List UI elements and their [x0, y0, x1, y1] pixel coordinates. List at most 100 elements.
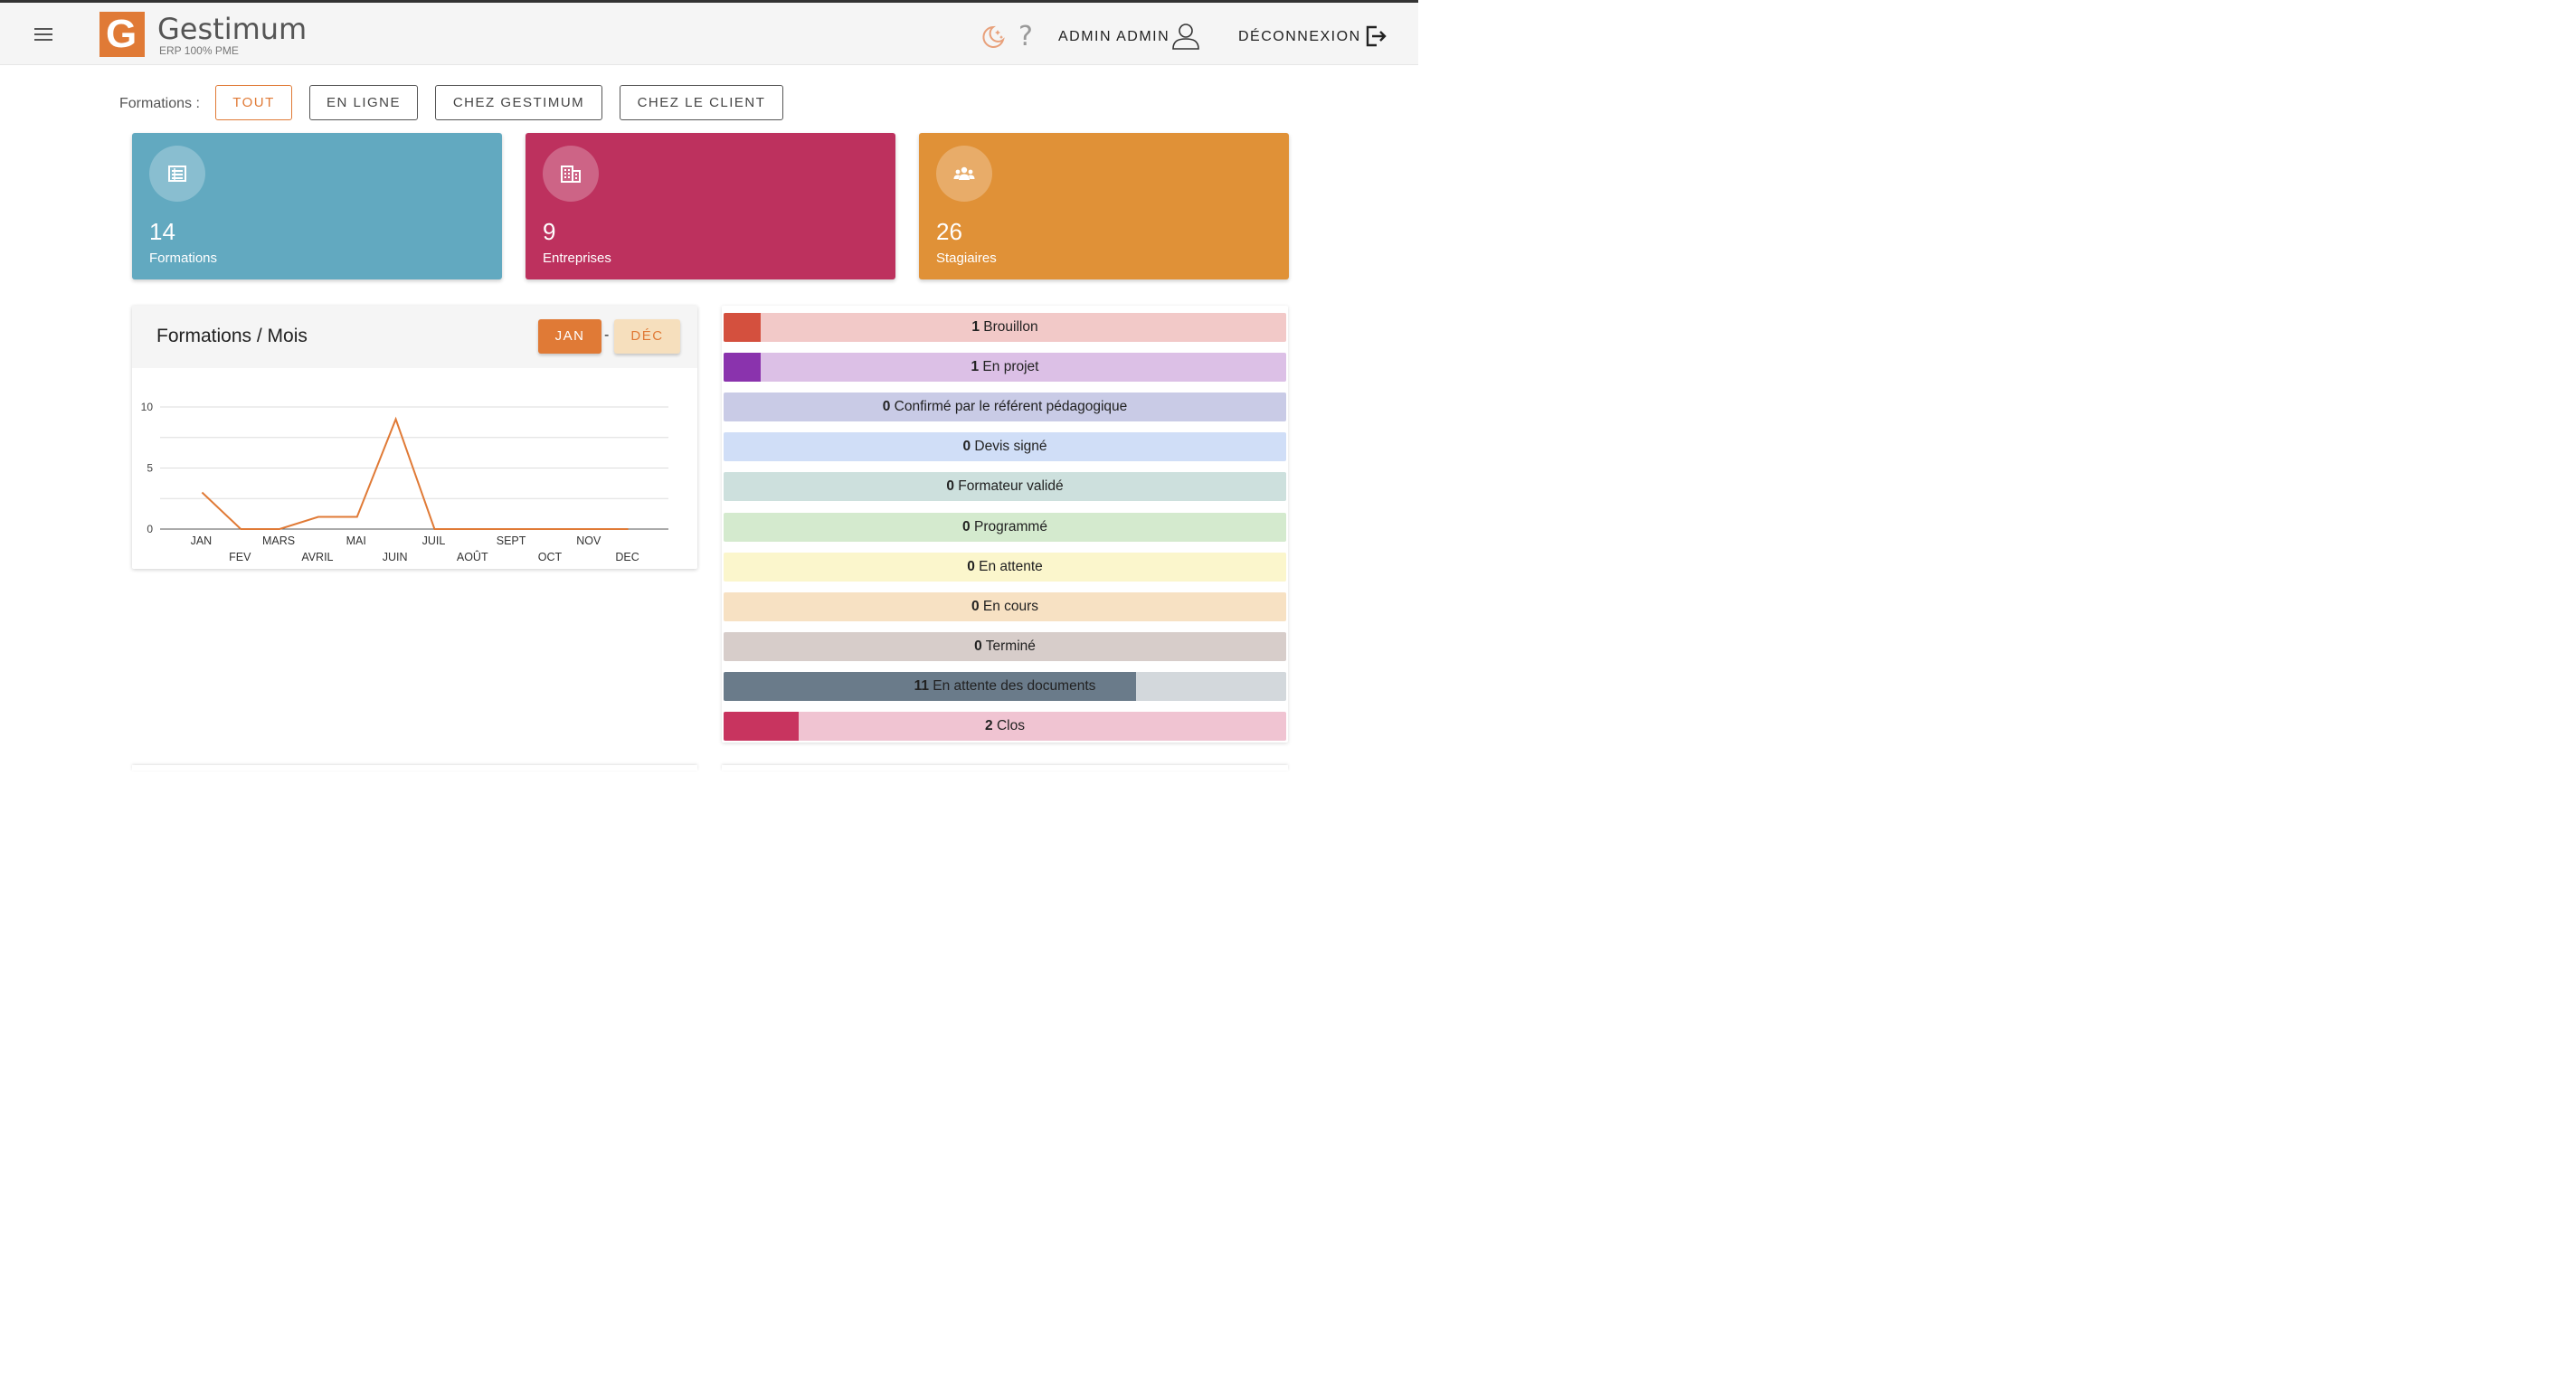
status-name: Devis signé	[971, 439, 1047, 455]
status-count: 1	[971, 359, 980, 375]
logo[interactable]: G	[99, 12, 145, 57]
x-tick-label: AVRIL	[301, 551, 333, 563]
status-row[interactable]: 0 En attente	[724, 552, 1286, 582]
status-row[interactable]: 1 Brouillon	[724, 313, 1286, 342]
status-label: 0 Programmé	[724, 513, 1286, 542]
status-label: 0 Devis signé	[724, 432, 1286, 461]
logo-subtitle: ERP 100% PME	[159, 44, 239, 57]
status-row[interactable]: 0 Programmé	[724, 512, 1286, 542]
status-list-panel: 1 Brouillon 1 En projet 0 Confirmé par le …	[722, 306, 1288, 743]
logout-label[interactable]: DÉCONNEXION	[1238, 29, 1361, 45]
status-label: 0 En attente	[724, 553, 1286, 582]
logout-icon[interactable]	[1364, 24, 1387, 48]
status-label: 1 Brouillon	[724, 313, 1286, 342]
status-name: Programmé	[970, 518, 1047, 534]
x-tick-label: AOÛT	[457, 550, 488, 563]
group-icon	[953, 166, 975, 180]
status-name: Clos	[992, 718, 1025, 733]
x-tick-label: OCT	[538, 551, 563, 563]
filter-chez-gestimum-button[interactable]: CHEZ GESTIMUM	[435, 85, 602, 120]
status-name: Formateur validé	[954, 478, 1064, 495]
panel-edge	[132, 765, 697, 771]
y-tick-label: 10	[141, 401, 154, 413]
status-row[interactable]: 11 En attente des documents	[724, 671, 1286, 701]
filter-en-ligne-button[interactable]: EN LIGNE	[309, 85, 418, 120]
card-icon-circle	[149, 146, 205, 202]
card-label: Entreprises	[543, 251, 611, 266]
status-row[interactable]: 0 Confirmé par le référent pédagogique	[724, 393, 1286, 422]
status-name: Brouillon	[980, 319, 1038, 335]
x-tick-label: FEV	[229, 551, 251, 563]
list-icon	[168, 166, 186, 182]
status-row[interactable]: 0 Formateur validé	[724, 472, 1286, 502]
status-count: 0	[962, 518, 971, 534]
status-label: 0 Terminé	[724, 632, 1286, 661]
help-icon[interactable]: ?	[1018, 21, 1033, 52]
status-count: 1	[971, 319, 980, 335]
logo-title: Gestimum	[157, 12, 308, 46]
card-formations[interactable]: 14 Formations	[132, 133, 502, 279]
status-count: 2	[985, 718, 993, 733]
logo-letter: G	[106, 12, 137, 56]
top-bar: G Gestimum ERP 100% PME ? ADMIN ADMIN DÉ…	[0, 0, 1418, 65]
panel-edge	[722, 765, 1288, 771]
x-tick-label: JUIL	[422, 534, 446, 547]
filter-chez-le-client-button[interactable]: CHEZ LE CLIENT	[620, 85, 783, 120]
card-icon-circle	[936, 146, 992, 202]
card-value: 14	[149, 218, 175, 245]
x-tick-label: SEPT	[497, 534, 526, 547]
card-label: Stagiaires	[936, 251, 997, 266]
x-tick-label: JUIN	[383, 551, 408, 563]
card-value: 9	[543, 218, 556, 245]
status-name: En cours	[979, 598, 1039, 614]
line-chart: 0 5 10 JAN FEV MARS AVRIL MAI JUIN JUIL AOÛT SEPT OC…	[141, 401, 668, 563]
status-label: 11 En attente des documents	[724, 672, 1286, 701]
status-name: En attente des documents	[928, 677, 1096, 694]
card-value: 26	[936, 218, 962, 245]
series-line	[201, 416, 629, 530]
status-row[interactable]: 2 Clos	[724, 712, 1286, 741]
range-separator: -	[604, 327, 610, 343]
card-stagiaires[interactable]: 26 Stagiaires	[919, 133, 1289, 279]
user-name[interactable]: ADMIN ADMIN	[1058, 29, 1170, 45]
building-icon	[561, 166, 581, 183]
status-label: 0 Formateur validé	[724, 472, 1286, 501]
status-row[interactable]: 1 En projet	[724, 353, 1286, 383]
range-end-button[interactable]: DÉC	[614, 319, 680, 354]
x-tick-label: JAN	[191, 534, 213, 547]
chart-header: Formations / Mois JAN - DÉC	[132, 306, 697, 368]
status-name: Confirmé par le référent pédagogique	[890, 399, 1128, 415]
status-name: En projet	[979, 359, 1039, 375]
status-row[interactable]: 0 Terminé	[724, 631, 1286, 661]
y-tick-label: 5	[147, 462, 153, 475]
status-count: 0	[962, 439, 971, 455]
moon-stars-icon[interactable]	[980, 24, 1006, 50]
status-row[interactable]: 0 Devis signé	[724, 432, 1286, 462]
x-tick-label: MAI	[346, 534, 366, 547]
range-start-button[interactable]: JAN	[538, 319, 601, 354]
user-icon[interactable]	[1171, 23, 1200, 50]
status-name: Terminé	[981, 638, 1036, 654]
status-count: 0	[967, 558, 975, 574]
filter-label: Formations :	[119, 96, 200, 111]
status-label: 2 Clos	[724, 712, 1286, 741]
status-row[interactable]: 0 En cours	[724, 591, 1286, 621]
x-tick-label: DEC	[615, 551, 639, 563]
x-tick-label: MARS	[262, 534, 295, 547]
menu-icon[interactable]	[34, 28, 52, 43]
card-entreprises[interactable]: 9 Entreprises	[526, 133, 895, 279]
chart-title: Formations / Mois	[156, 326, 308, 346]
filter-tout-button[interactable]: TOUT	[215, 85, 292, 120]
formations-per-month-panel: Formations / Mois JAN - DÉC 0 5 10 JAN FEV MA…	[132, 306, 697, 569]
status-label: 0 En cours	[724, 592, 1286, 621]
status-count: 0	[971, 598, 980, 614]
status-count: 0	[946, 478, 954, 495]
card-icon-circle	[543, 146, 599, 202]
card-label: Formations	[149, 251, 218, 266]
y-tick-label: 0	[147, 523, 153, 535]
status-name: En attente	[974, 558, 1043, 574]
status-count: 0	[974, 638, 982, 654]
status-label: 1 En projet	[724, 353, 1286, 382]
x-tick-label: NOV	[576, 534, 601, 547]
status-count: 11	[914, 677, 929, 694]
